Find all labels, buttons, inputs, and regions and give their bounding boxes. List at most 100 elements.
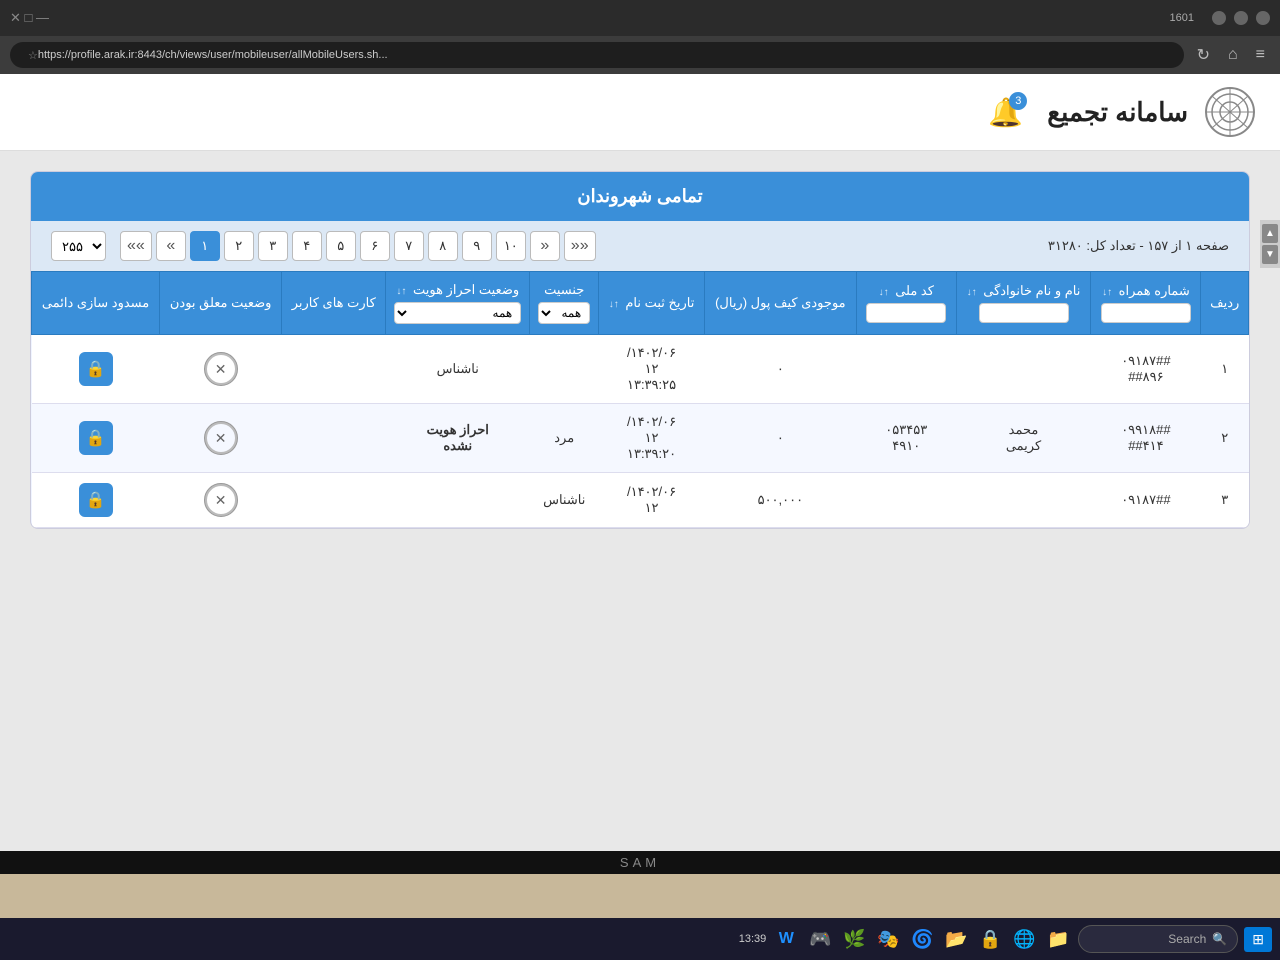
data-table: ردیف شماره همراه ↑↓ نام و نام خانوادگی ↑… — [31, 271, 1249, 528]
filter-shomare[interactable] — [1101, 303, 1191, 323]
cell-masdud-1: 🔒 — [32, 335, 160, 404]
cell-kart-2 — [282, 404, 386, 473]
taskbar-icon-browser1[interactable]: 🌐 — [1010, 925, 1038, 953]
taskbar-search-box[interactable]: 🔍 Search — [1078, 925, 1238, 953]
scroll-down-btn[interactable]: ▼ — [1262, 245, 1278, 264]
page-prev-btn[interactable]: « — [156, 231, 186, 261]
nav-back[interactable]: ≡ — [1251, 44, 1270, 66]
sort-ehraz-icon[interactable]: ↑↓ — [396, 286, 406, 297]
table-row: ۲ ۰۹۹۱۸####۴۱۴ محمدکریمی ۰۵۳۴۵۳۴۹۱۰ ۰ ۱۴… — [32, 404, 1249, 473]
monitor-brand: SAM — [0, 851, 1280, 874]
star-icon: ☆ — [28, 49, 38, 62]
cell-shomare-1: ۰۹۱۸۷####۸۹۶ — [1091, 335, 1201, 404]
cancel-circle-btn-2[interactable] — [204, 421, 238, 455]
page-last-btn[interactable]: »» — [564, 231, 596, 261]
taskbar-icon-folder[interactable]: 📂 — [942, 925, 970, 953]
lock-btn-3[interactable]: 🔒 — [79, 483, 113, 517]
start-button[interactable]: ⊞ — [1244, 927, 1272, 952]
nav-home[interactable]: ⌂ — [1223, 44, 1243, 66]
taskbar-icon-browser2[interactable]: 🌿 — [840, 925, 868, 953]
taskbar-icon-files[interactable]: 📁 — [1044, 925, 1072, 953]
cancel-circle-btn-3[interactable] — [204, 483, 238, 517]
cell-radif: ۱ — [1201, 335, 1249, 404]
address-bar[interactable]: ☆ https://profile.arak.ir:8443/ch/views/… — [10, 42, 1184, 68]
page-btn-4[interactable]: ۴ — [292, 231, 322, 261]
page-btn-6[interactable]: ۶ — [360, 231, 390, 261]
cell-code-2: ۰۵۳۴۵۳۴۹۱۰ — [856, 404, 956, 473]
cell-ehraz-3 — [386, 473, 530, 528]
sort-code-icon[interactable]: ↑↓ — [879, 287, 889, 298]
cell-radif-3: ۳ — [1201, 473, 1249, 528]
sort-nam-icon[interactable]: ↑↓ — [967, 287, 977, 298]
cell-jensiyat-1 — [530, 335, 599, 404]
window-controls: — □ ✕ — [10, 10, 49, 26]
col-nam: نام و نام خانوادگی ↑↓ — [956, 272, 1091, 335]
col-vaziyat-moalagh: وضعیت معلق بودن — [160, 272, 282, 335]
col-mojudi: موجودی کیف پول (ریال) — [704, 272, 856, 335]
table-row: ۳ ۰۹۱۸۷## ۵۰۰,۰۰۰ ۱۴۰۲/۰۶/۱۲ ناشناس 🔒 — [32, 473, 1249, 528]
cell-moalagh-2 — [160, 404, 282, 473]
page-btn-9[interactable]: ۹ — [462, 231, 492, 261]
col-vaziyat-ehraz: وضعیت احراز هویت ↑↓ همه احراز شده احراز … — [386, 272, 530, 335]
page-btn-1[interactable]: ۱ — [190, 231, 220, 261]
search-placeholder: Search — [1168, 932, 1206, 946]
sort-tarikh-icon[interactable]: ↑↓ — [609, 299, 619, 310]
min-btn[interactable] — [1234, 11, 1248, 25]
page-first-btn[interactable]: «« — [120, 231, 152, 261]
lock-btn-2[interactable]: 🔒 — [79, 421, 113, 455]
page-next-btn[interactable]: » — [530, 231, 560, 261]
cell-moalagh-1 — [160, 335, 282, 404]
cancel-circle-btn-1[interactable] — [204, 352, 238, 386]
page-btn-8[interactable]: ۸ — [428, 231, 458, 261]
page-btn-3[interactable]: ۳ — [258, 231, 288, 261]
cell-moalagh-3 — [160, 473, 282, 528]
cell-shomare-2: ۰۹۹۱۸####۴۱۴ — [1091, 404, 1201, 473]
taskbar-right: 13:39 — [739, 933, 767, 945]
table-row: ۱ ۰۹۱۸۷####۸۹۶ ۰ ۱۴۰۲/۰۶/۱۲۱۳:۳۹:۲۵ ناشن… — [32, 335, 1249, 404]
filter-code[interactable] — [866, 303, 946, 323]
page-btn-10[interactable]: ۱۰ — [496, 231, 526, 261]
pagination-controls: «« « ۱ ۲ ۳ ۴ ۵ ۶ ۷ ۸ ۹ ۱۰ » »» — [120, 231, 596, 261]
scroll-sidebar: ▲ ▼ — [1260, 220, 1280, 268]
cell-nam-1 — [956, 335, 1091, 404]
col-tarikh: تاریخ ثبت نام ↑↓ — [599, 272, 705, 335]
cell-shomare-3: ۰۹۱۸۷## — [1091, 473, 1201, 528]
col-masdud: مسدود سازی دائمی — [32, 272, 160, 335]
app-header: سامانه تجمیع 🔔 3 — [0, 74, 1280, 151]
scroll-up-btn[interactable]: ▲ — [1262, 224, 1278, 243]
search-icon: 🔍 — [1212, 932, 1227, 946]
browser-toolbar: ≡ ⌂ ↻ ☆ https://profile.arak.ir:8443/ch/… — [0, 36, 1280, 74]
close-btn[interactable] — [1256, 11, 1270, 25]
cell-tarikh-2: ۱۴۰۲/۰۶/۱۲۱۳:۳۹:۲۰ — [599, 404, 705, 473]
filter-jensiyat[interactable]: همه مرد زن — [538, 302, 590, 324]
page-container: تمامی شهروندان صفحه ۱ از ۱۵۷ - تعداد کل:… — [30, 171, 1250, 529]
lock-btn-1[interactable]: 🔒 — [79, 352, 113, 386]
taskbar-icon-word[interactable]: W — [772, 925, 800, 953]
cell-nam-3 — [956, 473, 1091, 528]
page-btn-7[interactable]: ۷ — [394, 231, 424, 261]
pagination-bar: صفحه ۱ از ۱۵۷ - تعداد کل: ۳۱۲۸۰ ۲۵۵ ۲۵ ۵… — [31, 221, 1249, 271]
per-page-select[interactable]: ۲۵۵ ۲۵ ۵۰ ۱۰۰ — [51, 231, 106, 261]
pagination-info: صفحه ۱ از ۱۵۷ - تعداد کل: ۳۱۲۸۰ — [1048, 238, 1229, 254]
cell-masdud-2: 🔒 — [32, 404, 160, 473]
cell-masdud-3: 🔒 — [32, 473, 160, 528]
taskbar-icon-app2[interactable]: 🎭 — [874, 925, 902, 953]
taskbar-icon-lock[interactable]: 🔒 — [976, 925, 1004, 953]
max-btn[interactable] — [1212, 11, 1226, 25]
tab-label: 1601 — [1170, 12, 1194, 24]
page-btn-5[interactable]: ۵ — [326, 231, 356, 261]
filter-ehraz[interactable]: همه احراز شده احراز نشده ناشناس — [394, 302, 521, 324]
notification-bell[interactable]: 🔔 3 — [988, 96, 1023, 129]
page-btn-2[interactable]: ۲ — [224, 231, 254, 261]
col-radif: ردیف — [1201, 272, 1249, 335]
url-text: https://profile.arak.ir:8443/ch/views/us… — [38, 49, 388, 61]
taskbar-icon-app1[interactable]: 🌀 — [908, 925, 936, 953]
section-title: تمامی شهروندان — [31, 172, 1249, 221]
col-shomare: شماره همراه ↑↓ — [1091, 272, 1201, 335]
taskbar-icon-app3[interactable]: 🎮 — [806, 925, 834, 953]
nav-reload[interactable]: ↻ — [1192, 43, 1215, 67]
filter-nam[interactable] — [979, 303, 1069, 323]
sort-shomare-icon[interactable]: ↑↓ — [1102, 287, 1112, 298]
cell-code-1 — [856, 335, 956, 404]
browser-titlebar: 1601 — □ ✕ — [0, 0, 1280, 36]
